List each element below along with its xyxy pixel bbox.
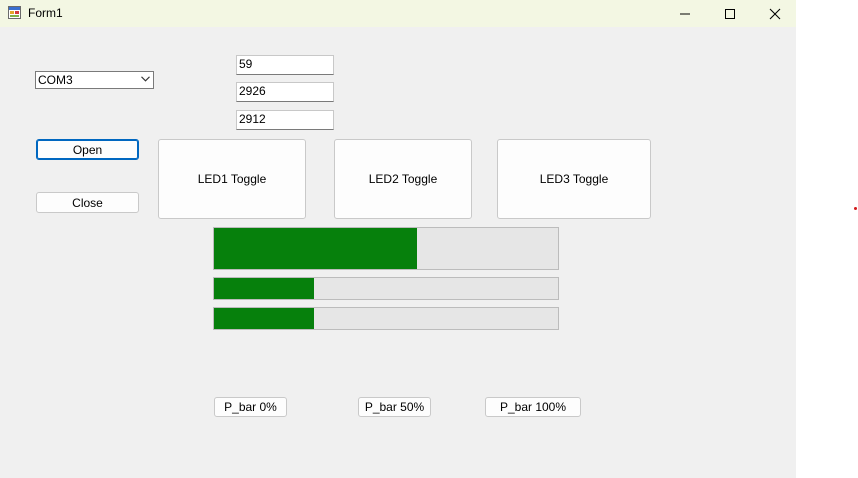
title-bar[interactable]: Form1 [0, 0, 796, 27]
port-selected-value: COM3 [38, 73, 73, 87]
led1-toggle-button[interactable]: LED1 Toggle [158, 139, 306, 219]
maximize-button[interactable] [707, 0, 753, 27]
port-combobox[interactable]: COM3 [35, 71, 154, 89]
progress-bar-2 [213, 277, 559, 300]
progress-bar-2-fill [214, 278, 314, 299]
window-title: Form1 [28, 6, 63, 20]
pbar-100-button[interactable]: P_bar 100% [485, 397, 581, 417]
open-button[interactable]: Open [36, 139, 139, 160]
progress-bar-3-fill [214, 308, 314, 329]
close-icon [769, 8, 781, 19]
progress-bar-1 [213, 227, 559, 270]
progress-bar-1-fill [214, 228, 417, 269]
pbar-0-button[interactable]: P_bar 0% [214, 397, 287, 417]
maximize-icon [725, 8, 735, 19]
close-button[interactable]: Close [36, 192, 139, 213]
readout-field-2[interactable]: 2926 [236, 82, 334, 102]
red-marker-dot [854, 207, 857, 210]
main-window: Form1 COM3 59 2926 2912 Open Close LED1 … [0, 0, 796, 478]
led3-toggle-button[interactable]: LED3 Toggle [497, 139, 651, 219]
app-icon [8, 6, 21, 19]
progress-bar-3 [213, 307, 559, 330]
readout-field-1[interactable]: 59 [236, 55, 334, 75]
pbar-50-button[interactable]: P_bar 50% [358, 397, 431, 417]
minimize-icon [680, 13, 690, 14]
chevron-down-icon [141, 76, 150, 82]
close-window-button[interactable] [752, 0, 798, 27]
minimize-button[interactable] [662, 0, 708, 27]
led2-toggle-button[interactable]: LED2 Toggle [334, 139, 472, 219]
readout-field-3[interactable]: 2912 [236, 110, 334, 130]
